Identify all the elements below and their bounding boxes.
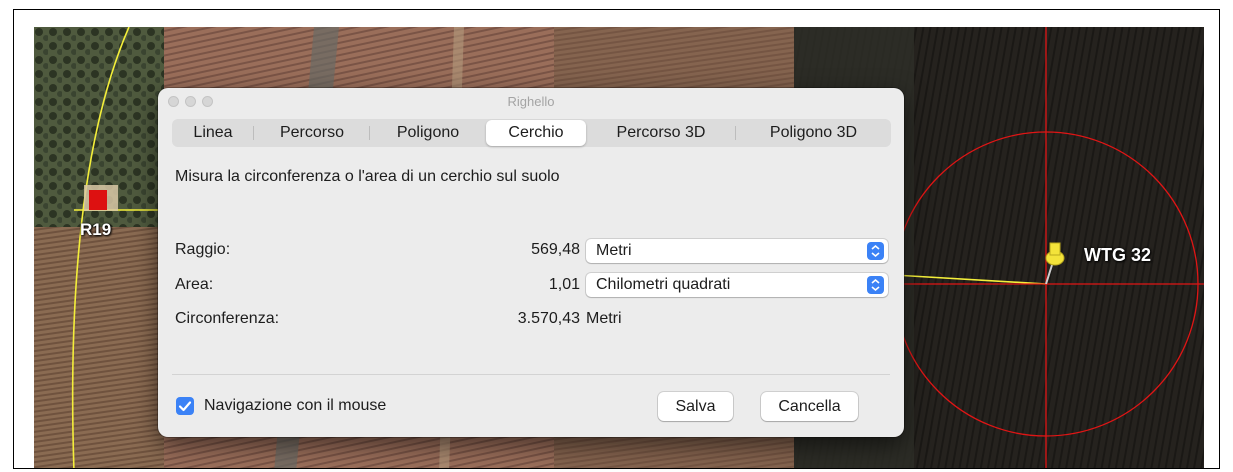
tab-percorso-3d[interactable]: Percorso 3D — [586, 119, 736, 147]
title-bar[interactable]: Righello — [158, 88, 904, 116]
window-title: Righello — [507, 94, 555, 109]
area-unit-text: Chilometri quadrati — [596, 276, 731, 293]
tab-percorso[interactable]: Percorso — [254, 119, 370, 147]
radius-unit-select[interactable]: Metri — [586, 239, 888, 263]
marker-label-wtg32[interactable]: WTG 32 — [1084, 245, 1151, 266]
circumference-unit: Metri — [586, 310, 622, 327]
radius-unit-text: Metri — [596, 242, 632, 259]
cancel-button[interactable]: Cancella — [761, 392, 858, 421]
area-unit-select[interactable]: Chilometri quadrati — [586, 273, 888, 297]
tab-poligono-3d[interactable]: Poligono 3D — [736, 119, 891, 147]
area-label: Area: — [175, 276, 214, 293]
measurement-tabs: Linea Percorso Poligono Cerchio Percorso… — [172, 119, 891, 147]
chevron-updown-icon — [867, 276, 884, 294]
save-button[interactable]: Salva — [658, 392, 733, 421]
divider — [172, 374, 890, 375]
measurement-description: Misura la circonferenza o l'area di un c… — [175, 168, 560, 185]
radius-value: 569,48 — [531, 241, 580, 258]
tab-poligono[interactable]: Poligono — [370, 119, 486, 147]
circumference-value: 3.570,43 — [517, 310, 580, 327]
chevron-updown-icon — [867, 242, 884, 260]
circumference-label: Circonferenza: — [175, 310, 280, 327]
radius-label: Raggio: — [175, 241, 231, 258]
checkmark-icon — [178, 401, 192, 412]
mouse-navigation-label[interactable]: Navigazione con il mouse — [204, 397, 386, 415]
ruler-dialog: Righello Linea Percorso Poligono Cerchio… — [158, 88, 904, 437]
tab-linea[interactable]: Linea — [172, 119, 254, 147]
area-value: 1,01 — [548, 276, 580, 293]
marker-label-r19[interactable]: R19 — [80, 220, 111, 240]
tab-cerchio[interactable]: Cerchio — [486, 120, 586, 146]
mouse-navigation-checkbox[interactable] — [176, 397, 194, 415]
